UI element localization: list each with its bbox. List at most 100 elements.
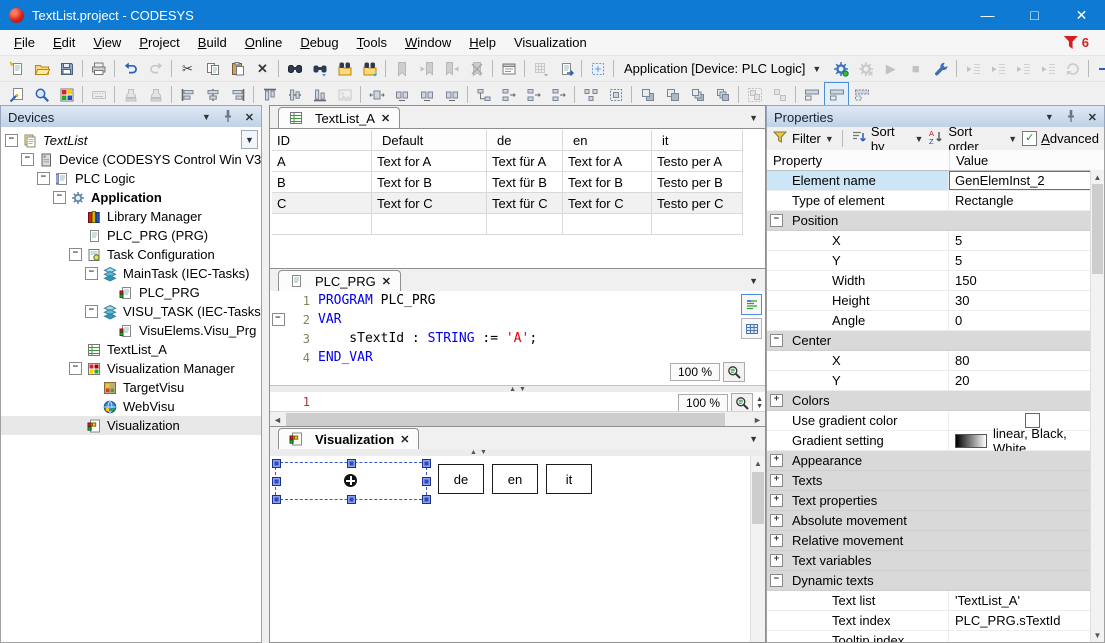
visualization-styles-button[interactable] (585, 56, 610, 81)
align-top-button[interactable] (257, 82, 282, 107)
tree-item-device-codesys-control-win-v3-x64-[interactable]: −Device (CODESYS Control Win V3 x64) (1, 150, 261, 169)
close-icon[interactable]: ✕ (382, 275, 391, 288)
code-line[interactable]: −2VAR (270, 310, 765, 329)
pin-icon[interactable] (1063, 108, 1079, 127)
selection-handle[interactable] (347, 459, 356, 468)
tab-list-dropdown-icon[interactable]: ▼ (749, 113, 758, 123)
menu-help[interactable]: Help (460, 32, 505, 53)
paste-button[interactable] (225, 56, 250, 81)
zoom-icon[interactable] (731, 393, 753, 413)
virtual-keyboard-button[interactable] (86, 82, 111, 107)
make-same-width-button[interactable] (364, 82, 389, 107)
expand-icon[interactable]: + (767, 451, 790, 470)
step-out-button[interactable] (1010, 56, 1035, 81)
property-value[interactable]: 'TextList_A' (949, 591, 1091, 610)
scroll-right-icon[interactable]: ► (750, 415, 765, 425)
visu-button-de[interactable]: de (438, 464, 484, 494)
menu-edit[interactable]: Edit (44, 32, 84, 53)
vertical-scrollbar[interactable]: ▲ (750, 456, 765, 642)
tree-item-webvisu[interactable]: WebVisu (1, 397, 261, 416)
clear-bookmarks-button[interactable] (464, 56, 489, 81)
table-cell[interactable]: Text für C (487, 193, 563, 214)
send-one-backward-button[interactable] (710, 82, 735, 107)
expand-icon[interactable]: + (767, 491, 790, 510)
align-bottom-button[interactable] (307, 82, 332, 107)
panel-menu-icon[interactable]: ▼ (1045, 112, 1054, 122)
breakpoints-button[interactable] (928, 56, 953, 81)
tree-item-visu-task-iec-tasks-[interactable]: −VISU_TASK (IEC-Tasks) (1, 302, 261, 321)
property-group-colors[interactable]: +Colors (767, 391, 1104, 411)
fold-collapse-icon[interactable]: − (270, 313, 286, 326)
tree-item-visualization[interactable]: Visualization (1, 416, 261, 435)
table-cell[interactable]: Text for C (563, 193, 652, 214)
tree-item-plc-prg[interactable]: PLC_PRG (1, 283, 261, 302)
arrange-elements-button[interactable] (471, 82, 496, 107)
property-value[interactable]: 80 (949, 351, 1091, 370)
table-cell[interactable]: Testo per C (652, 193, 743, 214)
declaration-zoom-level[interactable]: 100 % (670, 363, 720, 381)
expand-icon[interactable]: + (767, 511, 790, 530)
property-value[interactable]: linear, Black, White (949, 431, 1091, 450)
collapse-icon[interactable]: − (85, 267, 98, 280)
menu-tools[interactable]: Tools (348, 32, 396, 53)
visualization-canvas[interactable]: deenit ▲ (270, 456, 765, 642)
property-group-text-variables[interactable]: +Text variables (767, 551, 1104, 571)
tab-visualization[interactable]: Visualization ✕ (278, 428, 419, 449)
property-value[interactable] (949, 631, 1091, 643)
sort-order-button[interactable]: AZ Sort order ▼ (928, 124, 1017, 154)
close-icon[interactable]: ✕ (400, 433, 409, 446)
align-left-button[interactable] (175, 82, 200, 107)
menu-build[interactable]: Build (189, 32, 236, 53)
print-button[interactable] (86, 56, 111, 81)
spinner-arrows[interactable]: ▲▼ (756, 396, 763, 410)
keyboard-usage-off-button[interactable] (143, 82, 168, 107)
property-value[interactable]: 5 (949, 251, 1091, 270)
visu-color-table-button[interactable] (54, 82, 79, 107)
table-cell[interactable] (563, 214, 652, 235)
property-group-center[interactable]: −Center (767, 331, 1104, 351)
table-cell[interactable] (652, 214, 743, 235)
table-cell[interactable]: A (272, 151, 372, 172)
start-button[interactable]: ▶ (878, 56, 903, 81)
value-editbox[interactable]: GenElemInst_2 (949, 171, 1091, 190)
increase-horizontal-spacing-button[interactable] (414, 82, 439, 107)
horizontal-scrollbar[interactable]: ◄ ► (270, 411, 765, 427)
tab-list-dropdown-icon[interactable]: ▼ (749, 434, 758, 444)
table-cell[interactable]: B (272, 172, 372, 193)
table-cell[interactable]: C (272, 193, 372, 214)
scrollbar-thumb[interactable] (752, 472, 764, 524)
redo-button[interactable] (143, 56, 168, 81)
tree-item-textlist[interactable]: −TextList (1, 131, 261, 150)
filter-button[interactable]: Filter ▼ (772, 129, 834, 148)
sort-by-button[interactable]: Sort by ▼ (851, 124, 924, 154)
table-cell[interactable]: Text for A (372, 151, 487, 172)
next-bookmark-button[interactable] (439, 56, 464, 81)
collapse-icon[interactable]: − (5, 134, 18, 147)
scroll-left-icon[interactable]: ◄ (270, 415, 285, 425)
property-group-dynamic-texts[interactable]: −Dynamic texts (767, 571, 1104, 591)
undo-button[interactable] (118, 56, 143, 81)
scroll-up-icon[interactable]: ▲ (751, 456, 765, 470)
collapse-icon[interactable]: − (69, 362, 82, 375)
property-value[interactable]: Rectangle (949, 191, 1091, 210)
tree-item-visualization-manager[interactable]: −Visualization Manager (1, 359, 261, 378)
tree-item-application[interactable]: −Application (1, 188, 261, 207)
scrollbar-thumb[interactable] (1092, 184, 1103, 274)
collapse-icon[interactable]: − (21, 153, 34, 166)
table-cell[interactable]: Text for C (372, 193, 487, 214)
messages-button[interactable] (496, 56, 521, 81)
align-right-button[interactable] (225, 82, 250, 107)
scroll-down-icon[interactable]: ▼ (1091, 629, 1104, 642)
insert-table-button[interactable] (528, 56, 553, 81)
scroll-up-icon[interactable]: ▲ (1091, 170, 1104, 184)
tab-textlist-a[interactable]: TextList_A ✕ (278, 107, 400, 128)
menu-visualization[interactable]: Visualization (505, 32, 596, 53)
tree-item-task-configuration[interactable]: −Task Configuration (1, 245, 261, 264)
replace-in-project-button[interactable] (357, 56, 382, 81)
table-cell[interactable]: Text for B (563, 172, 652, 193)
devices-splitter[interactable] (262, 105, 269, 643)
selection-handle[interactable] (347, 495, 356, 504)
menu-project[interactable]: Project (130, 32, 188, 53)
selection-handle[interactable] (422, 459, 431, 468)
tree-item-plc-logic[interactable]: −PLC Logic (1, 169, 261, 188)
